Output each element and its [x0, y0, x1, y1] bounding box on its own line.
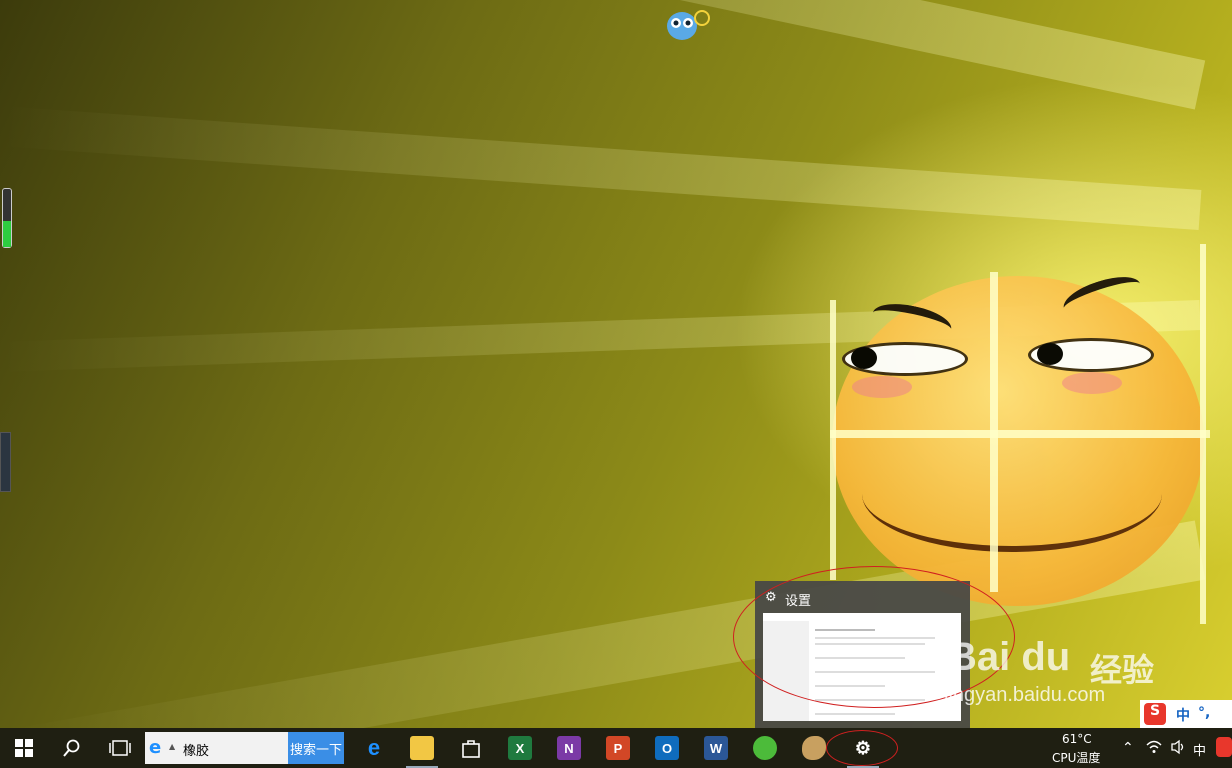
taskbar-app-outlook[interactable]: O — [647, 728, 687, 768]
ie-icon: e — [149, 737, 162, 758]
preview-thumbnail — [763, 613, 961, 721]
taskbar-app-file-explorer[interactable] — [402, 728, 442, 768]
gear-icon: ⚙ — [765, 590, 777, 605]
file-explorer-icon — [410, 736, 434, 760]
sogou-tray-icon[interactable] — [1216, 737, 1232, 757]
dropdown-icon[interactable]: ▲ — [169, 742, 175, 751]
smiley-face — [832, 269, 1204, 606]
ime-punct[interactable]: °, — [1198, 705, 1210, 721]
taskbar-app-excel[interactable]: X — [500, 728, 540, 768]
start-button[interactable] — [4, 728, 44, 768]
level-gauge — [2, 188, 12, 248]
refresh-app-icon — [753, 736, 777, 760]
word-icon: W — [704, 736, 728, 760]
cpu-temp-label: CPU温度 — [1052, 751, 1101, 765]
side-dock-handle[interactable] — [0, 432, 11, 492]
watermark-url: jingyan.baidu.com — [944, 684, 1106, 706]
ime-indicator[interactable]: 中 — [1193, 740, 1206, 759]
watermark-brand: Bai du — [948, 635, 1071, 679]
outlook-icon: O — [655, 736, 679, 760]
search-icon — [63, 739, 80, 757]
task-view-button[interactable] — [100, 728, 140, 768]
taskbar-app-store[interactable] — [451, 728, 491, 768]
taskbar-app-settings[interactable]: ⚙ — [843, 728, 883, 768]
edge-icon: e — [367, 735, 381, 760]
wifi-icon[interactable] — [1146, 740, 1162, 757]
search-input[interactable]: e ▲ 橡胶 — [145, 732, 288, 764]
preview-title: 设置 — [785, 594, 812, 609]
search-submit-button[interactable]: 搜索一下 — [288, 732, 344, 764]
excel-icon: X — [508, 736, 532, 760]
ime-floating-bar[interactable]: S 中 °, — [1140, 700, 1232, 728]
taskbar-app-word[interactable]: W — [696, 728, 736, 768]
sogou-icon: S — [1144, 703, 1166, 725]
windows-logo-icon — [15, 739, 33, 757]
store-icon — [459, 736, 483, 760]
cpu-temp: 61°C — [1062, 732, 1092, 746]
chevron-up-icon[interactable]: ⌃ — [1122, 740, 1134, 756]
gauge-fill — [3, 220, 11, 247]
onenote-icon: N — [557, 736, 581, 760]
taskbar-app-onenote[interactable]: N — [549, 728, 589, 768]
task-view-icon — [109, 740, 131, 756]
ime-mode[interactable]: 中 — [1176, 705, 1190, 725]
paint-icon — [802, 736, 826, 760]
taskbar-app-powerpoint[interactable]: P — [598, 728, 638, 768]
search-text: 橡胶 — [183, 744, 210, 759]
taskbar: e ▲ 橡胶 搜索一下 61°C CPU温度 ⌃ 中 e X N P O W ⚙ — [0, 728, 1232, 768]
taskbar-app-edge[interactable]: e — [354, 728, 394, 768]
search-button[interactable] — [52, 728, 92, 768]
settings-icon: ⚙ — [854, 737, 872, 758]
volume-icon[interactable] — [1170, 739, 1186, 758]
taskbar-app-paint[interactable] — [794, 728, 834, 768]
settings-window-preview[interactable]: ⚙ 设置 — [755, 581, 970, 728]
taskbar-app-refresh-app[interactable] — [745, 728, 785, 768]
owl-mascot-icon[interactable] — [666, 6, 712, 42]
powerpoint-icon: P — [606, 736, 630, 760]
desktop-wallpaper: ⚙ 设置 Bai du 经验 jingyan.baidu.com S 中 °, — [0, 0, 1232, 728]
